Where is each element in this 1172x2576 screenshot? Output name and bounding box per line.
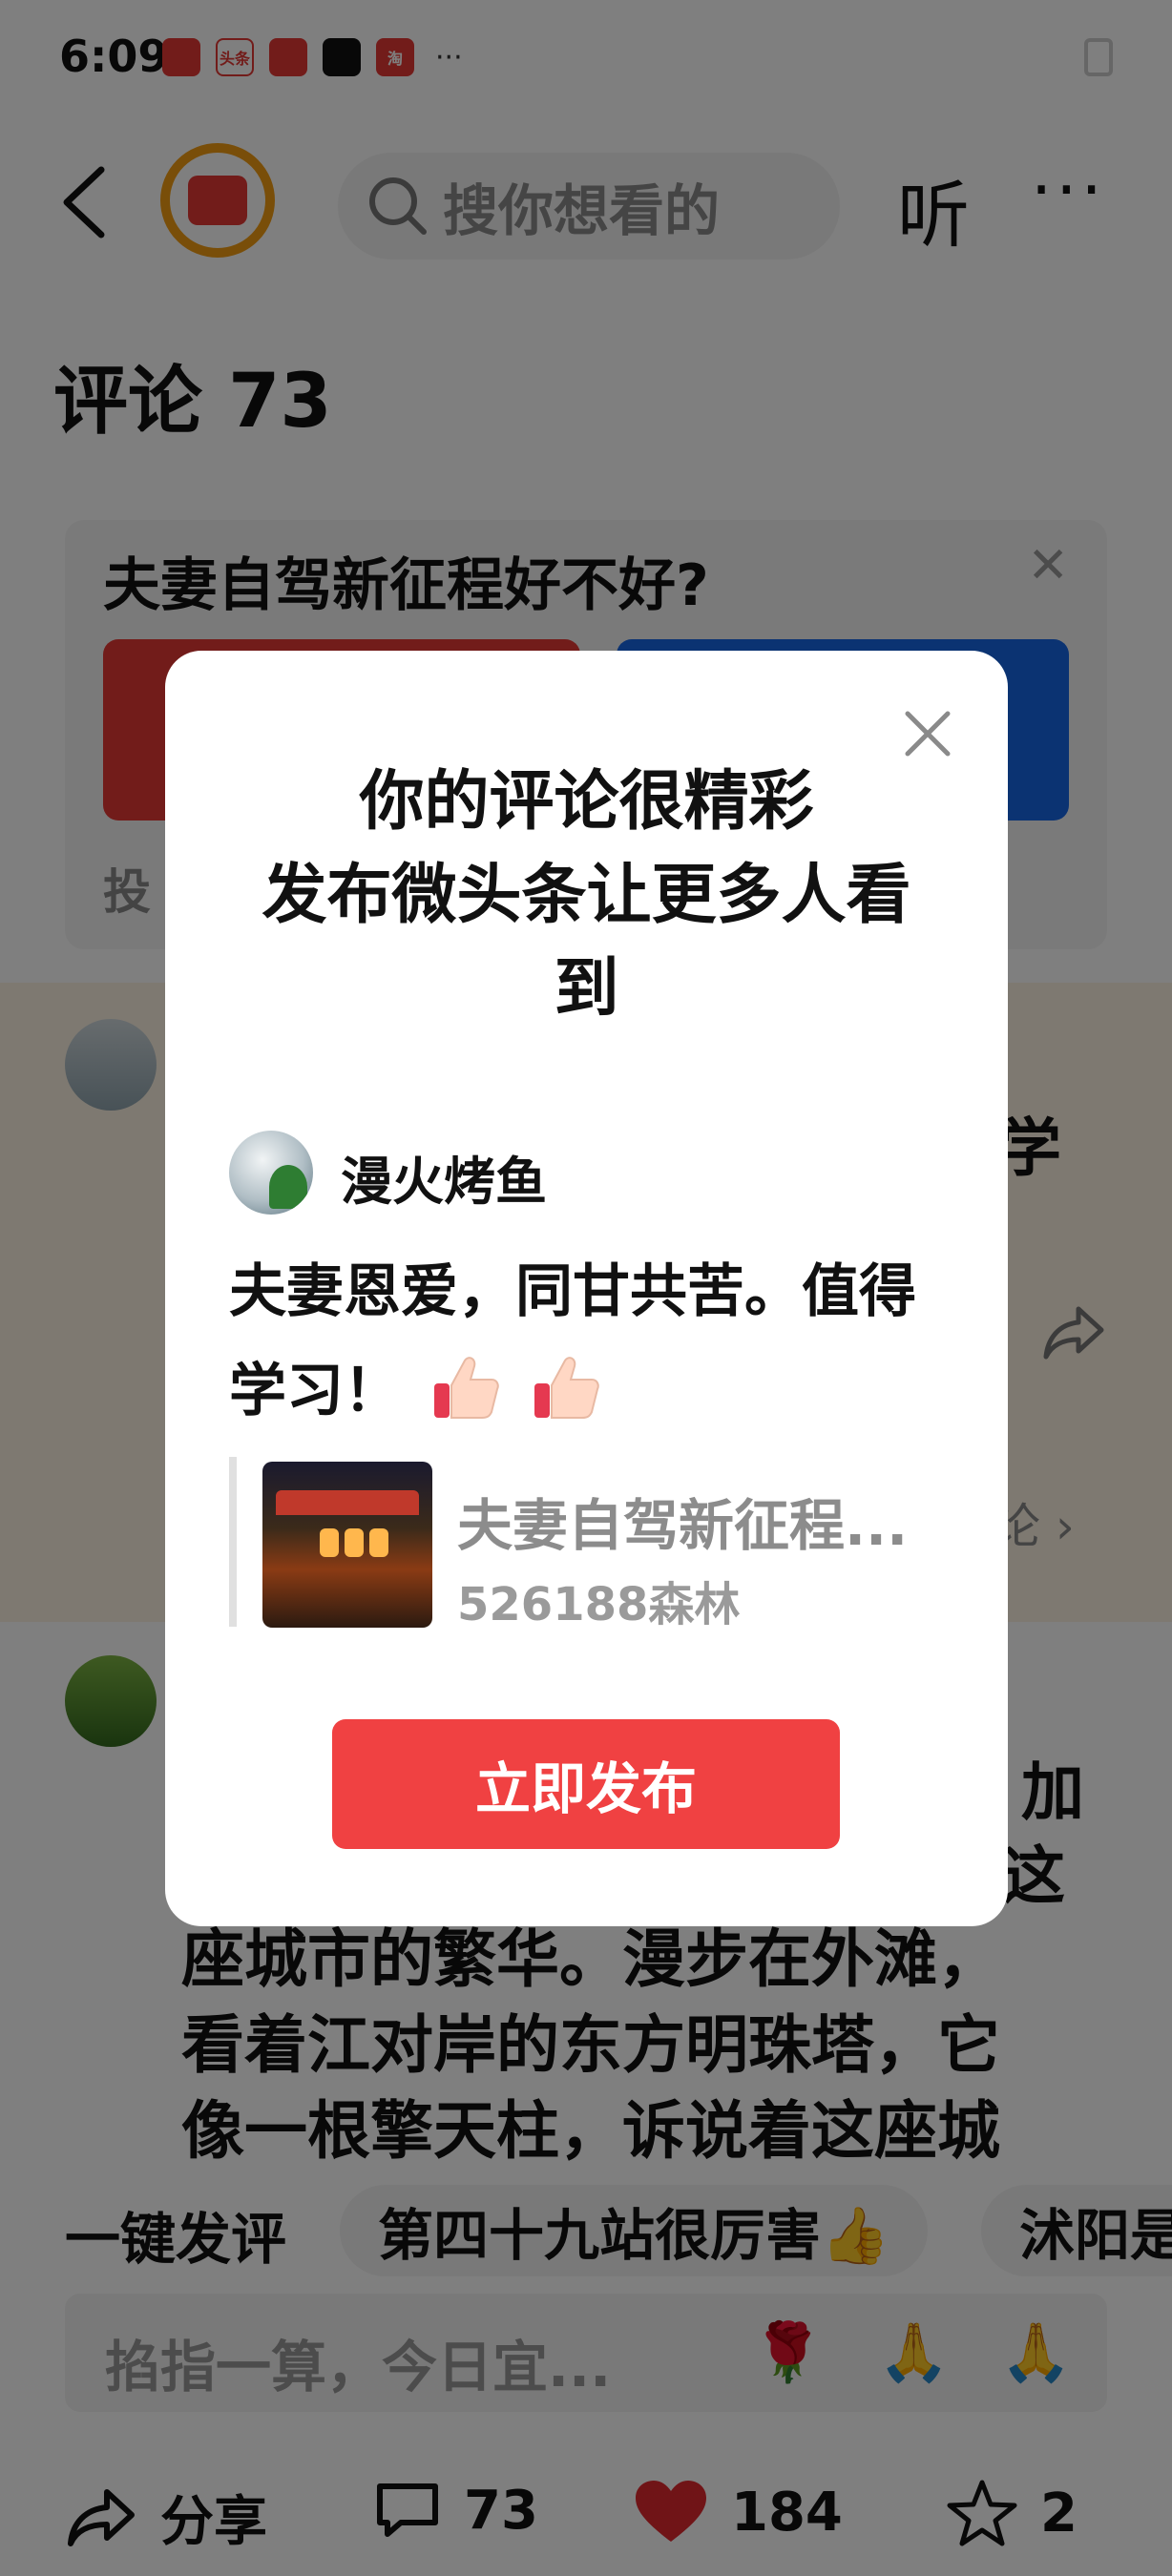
- dialog-title-line: 你的评论很精彩: [359, 764, 814, 840]
- quoted-article-title: 夫妻自驾新征程...: [457, 1493, 909, 1558]
- comment-preview: 夫妻恩爱，同甘共苦。值得学习！: [229, 1242, 954, 1441]
- dialog-title-line: 发布微头条让更多人看: [262, 858, 911, 933]
- user-avatar: [229, 1131, 313, 1215]
- publish-prompt-dialog: 你的评论很精彩 发布微头条让更多人看 到 漫火烤鱼 夫妻恩爱，同甘共苦。值得学习…: [165, 651, 1008, 1926]
- dialog-title: 你的评论很精彩 发布微头条让更多人看 到: [222, 756, 951, 1036]
- article-thumbnail: [262, 1462, 432, 1628]
- quote-divider: [229, 1457, 237, 1627]
- dialog-title-line: 到: [554, 951, 619, 1027]
- publish-now-button[interactable]: 立即发布: [332, 1719, 840, 1849]
- close-icon[interactable]: [902, 708, 953, 759]
- thumbs-up-icon: [433, 1357, 499, 1419]
- thumbs-up-icon: [534, 1357, 599, 1419]
- quoted-article-author: 526188森林: [457, 1578, 741, 1631]
- username: 漫火烤鱼: [341, 1152, 547, 1212]
